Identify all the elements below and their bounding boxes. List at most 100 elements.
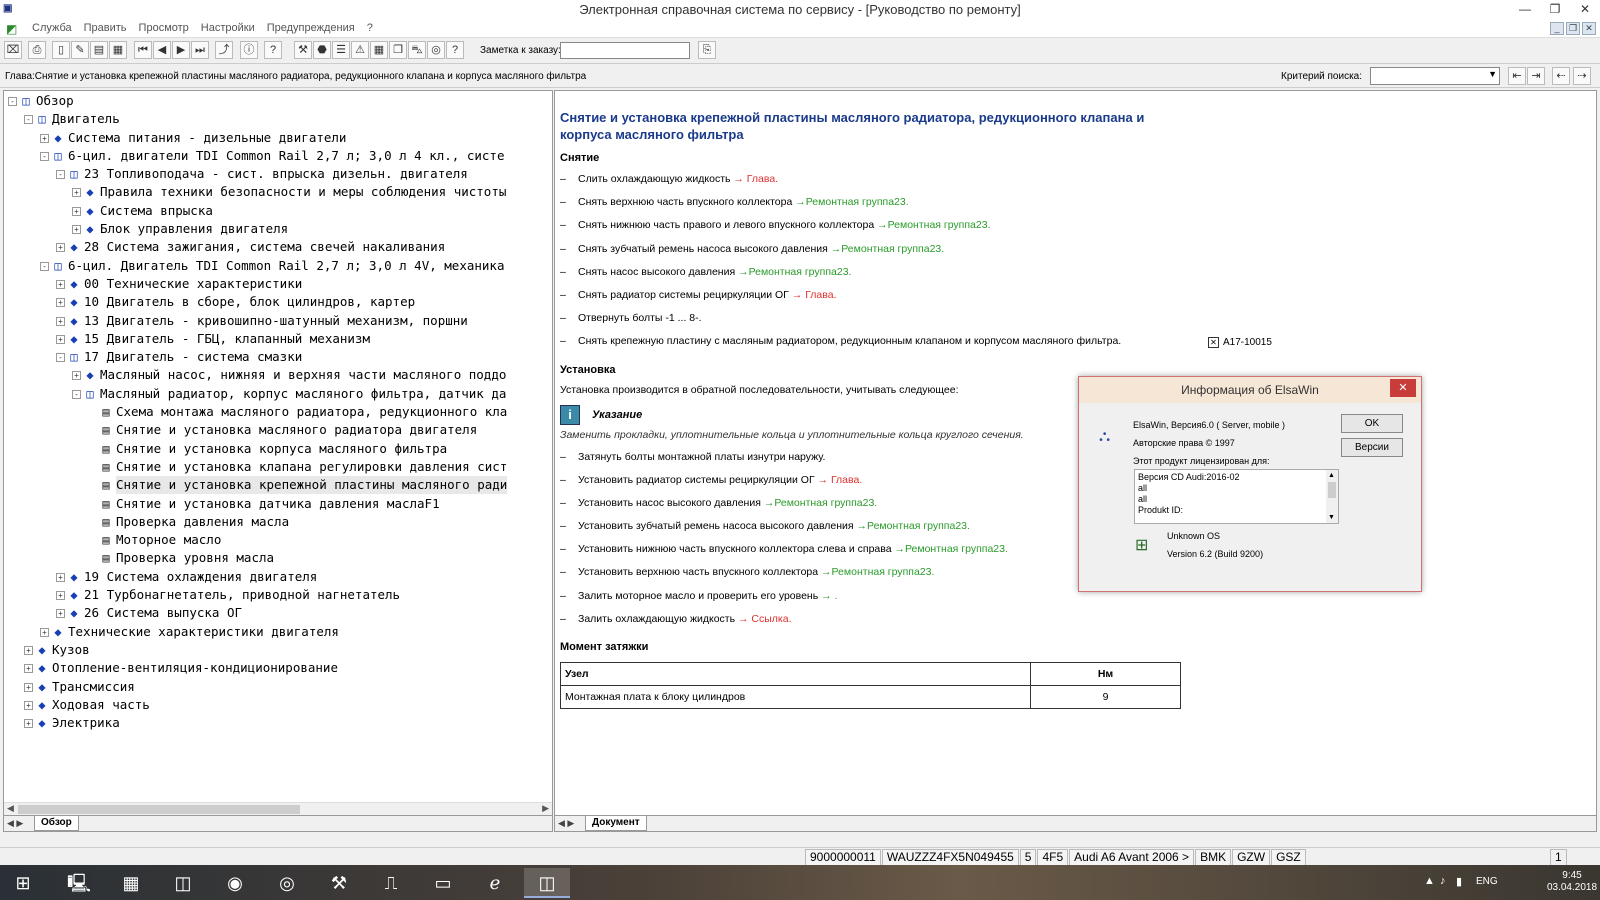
expand-icon[interactable]: + xyxy=(40,627,49,637)
computer-icon[interactable]: 🖳 xyxy=(56,868,102,898)
tree-node[interactable]: + ◆ 26 Система выпуска ОГ xyxy=(4,604,552,622)
close-icon[interactable]: ✕ xyxy=(1570,0,1600,20)
tree-node[interactable]: - ◫ Масляный радиатор, корпус масляного фи… xyxy=(4,385,552,403)
scroll-thumb[interactable] xyxy=(18,805,300,814)
tab-overview[interactable]: Обзор xyxy=(34,816,79,831)
calculator-icon[interactable]: ▦ xyxy=(370,41,388,59)
clock[interactable]: 9:45 03.04.2018 xyxy=(1546,870,1598,894)
globe-icon[interactable]: ◎ xyxy=(427,41,445,59)
collapse-icon[interactable]: - xyxy=(8,97,17,106)
tree-node-label[interactable]: Кузов xyxy=(52,641,90,659)
elsa-icon[interactable]: ◫ xyxy=(160,868,206,898)
tree-node[interactable]: + ◆ Система впрыска xyxy=(4,202,552,220)
tree-node[interactable]: ▤ Проверка уровня масла xyxy=(4,549,552,567)
tree-node-label[interactable]: 28 Система зажигания, система свечей нак… xyxy=(84,238,445,256)
ie-icon[interactable]: ℯ xyxy=(472,868,518,898)
collapse-icon[interactable]: - xyxy=(56,170,65,180)
stop-icon[interactable]: ⬣ xyxy=(313,41,331,59)
reference-link[interactable]: → Ссылка. xyxy=(738,613,792,625)
versions-button[interactable]: Версии xyxy=(1341,438,1403,457)
tree-node-label[interactable]: Снятие и установка масляного радиатора д… xyxy=(116,421,477,439)
collapse-icon[interactable]: - xyxy=(40,261,49,271)
tree-node[interactable]: ▤ Снятие и установка клапана регулировки … xyxy=(4,458,552,476)
tree-node-label[interactable]: 6-цил. Двигатель TDI Common Rail 2,7 л; … xyxy=(68,257,505,275)
prev-icon[interactable]: ◀ xyxy=(153,41,171,59)
mdi-minimize-icon[interactable]: _ xyxy=(1550,22,1564,35)
expand-icon[interactable]: + xyxy=(56,243,65,253)
tree-node-label[interactable]: 10 Двигатель в сборе, блок цилиндров, ка… xyxy=(84,293,415,311)
license-list[interactable]: Версия CD Audi:2016-02 all all Produkt I… xyxy=(1134,469,1339,524)
split-left-icon[interactable]: ⇠ xyxy=(1552,67,1570,85)
last-icon[interactable]: ⏭ xyxy=(191,41,209,59)
menu-edit[interactable]: Править xyxy=(78,22,133,34)
network-icon[interactable]: ▮ xyxy=(1456,875,1462,888)
search-next-icon[interactable]: ⇥ xyxy=(1527,67,1545,85)
book-icon[interactable]: ❐ xyxy=(389,41,407,59)
reference-link[interactable]: → Глава. xyxy=(818,474,863,486)
tree-horizontal-scrollbar[interactable]: ◀ ▶ xyxy=(4,802,552,815)
reference-link[interactable]: →Ремонтная группа23. xyxy=(795,196,908,208)
tree-node-label[interactable]: Электрика xyxy=(52,714,120,732)
tree-node[interactable]: - ◫ 23 Топливоподача - сист. впрыска дизел… xyxy=(4,165,552,183)
vag-icon[interactable]: ⎍ xyxy=(368,868,414,898)
expand-icon[interactable]: + xyxy=(24,682,33,692)
figure-label[interactable]: A17-10015 xyxy=(1223,337,1272,348)
split-right-icon[interactable]: ⇢ xyxy=(1573,67,1591,85)
ok-button[interactable]: OK xyxy=(1341,414,1403,433)
menu-view[interactable]: Просмотр xyxy=(133,22,195,34)
tree-node-label[interactable]: Масляный радиатор, корпус масляного филь… xyxy=(100,385,506,403)
expand-icon[interactable]: + xyxy=(72,206,81,216)
reference-link[interactable]: →Ремонтная группа23. xyxy=(857,520,970,532)
tree-node[interactable]: + ◆ Правила техники безопасности и меры со… xyxy=(4,183,552,201)
tree-node-label[interactable]: Трансмиссия xyxy=(52,678,135,696)
tree-node-label[interactable]: Снятие и установка датчика давления масл… xyxy=(116,495,440,513)
tree-node-label[interactable]: Блок управления двигателя xyxy=(100,220,288,238)
tree-node[interactable]: + ◆ Блок управления двигателя xyxy=(4,220,552,238)
expand-icon[interactable]: + xyxy=(56,279,65,289)
warning-icon[interactable]: ⚠ xyxy=(351,41,369,59)
expand-icon[interactable]: + xyxy=(72,225,81,235)
search-criteria-select[interactable]: ▼ xyxy=(1370,67,1500,85)
expand-icon[interactable]: + xyxy=(24,664,33,674)
menu-warnings[interactable]: Предупреждения xyxy=(261,22,361,34)
tree-node-label[interactable]: Система питания - дизельные двигатели xyxy=(68,129,346,147)
tree-node[interactable]: + ◆ 15 Двигатель - ГБЦ, клапанный механизм xyxy=(4,330,552,348)
tree-node[interactable]: + ◆ 28 Система зажигания, система свечей н… xyxy=(4,238,552,256)
document-menu-icon[interactable]: ◩ xyxy=(6,22,20,36)
tree-node[interactable]: + ◆ Трансмиссия xyxy=(4,678,552,696)
tree-node[interactable]: + ◆ 21 Турбонагнетатель, приводной нагнета… xyxy=(4,586,552,604)
car-icon[interactable]: ⛍ xyxy=(408,41,426,59)
scroll-up-icon[interactable]: ▲ xyxy=(1328,470,1335,481)
tree-node-label[interactable]: Снятие и установка корпуса масляного фил… xyxy=(116,440,447,458)
menu-settings[interactable]: Настройки xyxy=(195,22,261,34)
expand-icon[interactable]: + xyxy=(24,645,33,655)
tree-node[interactable]: + ◆ 00 Технические характеристики xyxy=(4,275,552,293)
chevron-down-icon[interactable]: ▼ xyxy=(1488,69,1497,79)
license-scrollbar[interactable]: ▲ ▼ xyxy=(1326,470,1338,523)
figure-icon[interactable]: ✕ xyxy=(1208,337,1219,348)
collapse-icon[interactable]: - xyxy=(72,389,81,399)
print-preview-icon[interactable]: ▤ xyxy=(90,41,108,59)
mdi-restore-icon[interactable]: ❐ xyxy=(1566,22,1580,35)
tree-node[interactable]: - ◫ Обзор xyxy=(4,92,552,110)
question-icon[interactable]: ? xyxy=(446,41,464,59)
tree-node-label[interactable]: 21 Турбонагнетатель, приводной нагнетате… xyxy=(84,586,400,604)
tree-node-label[interactable]: Правила техники безопасности и меры собл… xyxy=(100,183,506,201)
tree-node-label[interactable]: Моторное масло xyxy=(116,531,221,549)
figure-reference[interactable]: ✕ A17-10015 xyxy=(1208,337,1272,348)
reference-link[interactable]: →Ремонтная группа23. xyxy=(764,497,877,509)
restore-icon[interactable]: ❐ xyxy=(1540,0,1570,20)
expand-icon[interactable]: + xyxy=(56,609,65,619)
reference-link[interactable]: →Ремонтная группа23. xyxy=(877,219,990,231)
menu-help[interactable]: ? xyxy=(361,22,379,34)
next-icon[interactable]: ▶ xyxy=(172,41,190,59)
language-indicator[interactable]: ENG xyxy=(1476,876,1498,887)
tab-document[interactable]: Документ xyxy=(585,816,647,831)
expand-icon[interactable]: + xyxy=(56,572,65,582)
firefox-icon[interactable]: ◉ xyxy=(212,868,258,898)
reference-link[interactable]: → Глава. xyxy=(733,173,778,185)
tree-node-label[interactable]: Масляный насос, нижняя и верхняя части м… xyxy=(100,366,506,384)
tree-node-label[interactable]: 23 Топливоподача - сист. впрыска дизельн… xyxy=(84,165,468,183)
reference-link[interactable]: → . xyxy=(821,590,837,602)
list-icon[interactable]: ☰ xyxy=(332,41,350,59)
